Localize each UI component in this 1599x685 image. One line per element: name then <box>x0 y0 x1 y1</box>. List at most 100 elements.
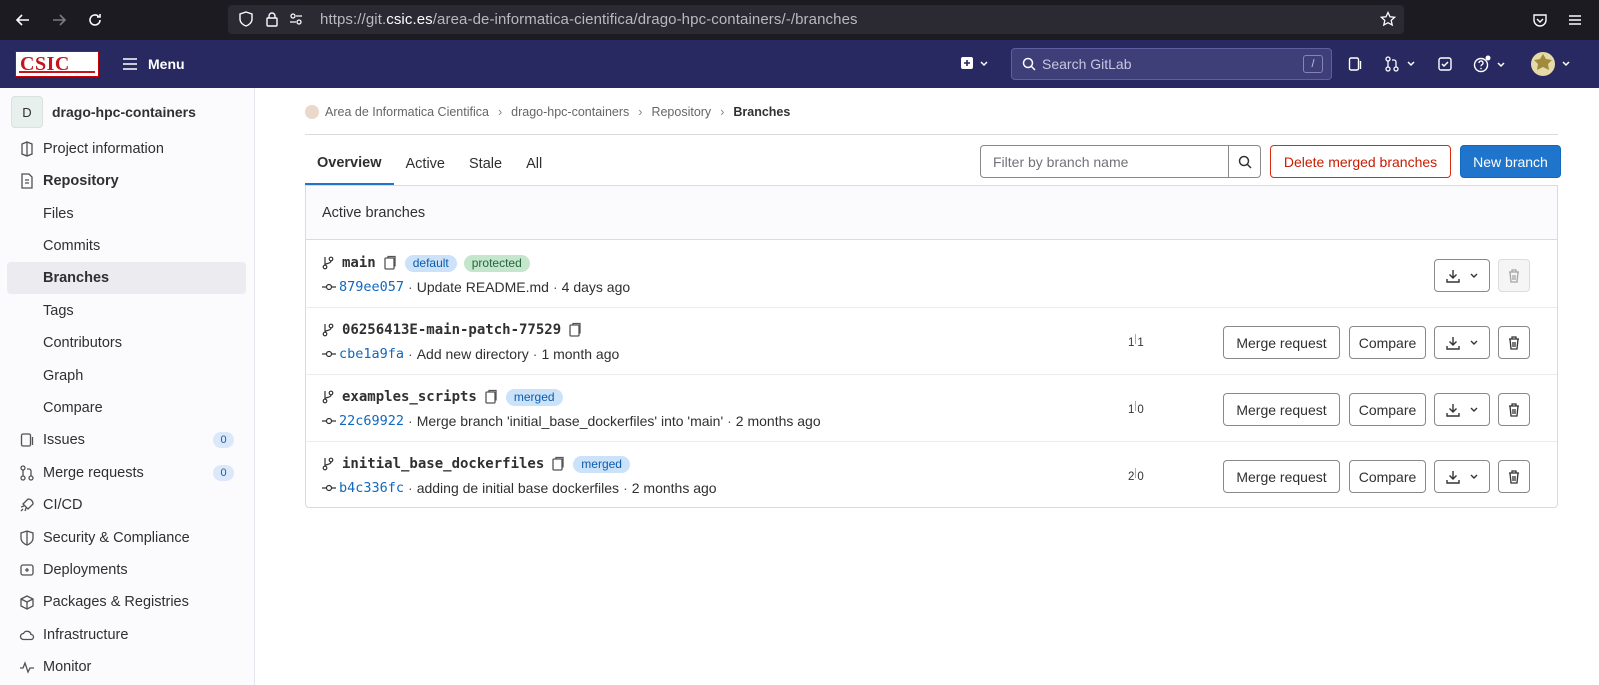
compare-button[interactable]: Compare <box>1349 326 1426 359</box>
sidebar-item-issues[interactable]: Issues 0 <box>7 424 246 456</box>
menu-button[interactable]: Menu <box>122 52 185 76</box>
sidebar-item-label: Contributors <box>43 335 122 351</box>
commit-sha-link[interactable]: 879ee057 <box>339 279 404 295</box>
breadcrumb-project[interactable]: drago-hpc-containers <box>511 105 629 119</box>
delete-merged-branches-button[interactable]: Delete merged branches <box>1270 145 1451 178</box>
sidebar-item-files[interactable]: Files <box>7 198 246 230</box>
issues-icon[interactable] <box>1345 54 1365 74</box>
delete-branch-button[interactable] <box>1498 460 1530 493</box>
copy-icon[interactable] <box>382 255 398 271</box>
merge-requests-dropdown[interactable] <box>1383 54 1419 74</box>
copy-icon[interactable] <box>550 456 566 472</box>
commit-message[interactable]: Update README.md <box>417 279 549 295</box>
branch-filter-input[interactable]: Filter by branch name <box>980 145 1229 178</box>
sidebar-item-label: Infrastructure <box>43 627 129 643</box>
sidebar-item-ci-cd[interactable]: CI/CD <box>7 489 246 521</box>
sidebar: D drago-hpc-containers Project informati… <box>0 88 255 685</box>
sidebar-item-branches[interactable]: Branches <box>7 262 246 294</box>
search-input[interactable]: Search GitLab / <box>1011 48 1332 80</box>
url-domain: csic.es <box>386 11 433 28</box>
download-dropdown[interactable] <box>1434 393 1490 426</box>
breadcrumb-current[interactable]: Branches <box>733 105 790 119</box>
download-dropdown[interactable] <box>1434 460 1490 493</box>
commit-icon <box>322 350 336 358</box>
breadcrumb-group[interactable]: Area de Informatica Cientifica <box>325 105 489 119</box>
reload-icon[interactable] <box>85 10 105 30</box>
bookmark-star-icon[interactable] <box>1380 11 1396 27</box>
breadcrumb-repository[interactable]: Repository <box>651 105 711 119</box>
hamburger-menu-icon[interactable] <box>1567 12 1583 28</box>
sidebar-item-repository[interactable]: Repository <box>7 165 246 197</box>
todo-icon[interactable] <box>1435 54 1455 74</box>
forward-icon[interactable] <box>49 10 69 30</box>
url-path: /area-de-informatica-cientifica/drago-hp… <box>432 11 858 28</box>
pocket-icon[interactable] <box>1532 12 1548 28</box>
sidebar-item-graph[interactable]: Graph <box>7 360 246 392</box>
sidebar-item-merge-requests[interactable]: Merge requests 0 <box>7 457 246 489</box>
commit-sha-link[interactable]: 22c69922 <box>339 413 404 429</box>
sidebar-item-tags[interactable]: Tags <box>7 295 246 327</box>
filter-search-button[interactable] <box>1228 145 1261 178</box>
issues-icon <box>19 432 35 448</box>
branch-row: initial_base_dockerfiles merged b4c336fc… <box>306 442 1557 509</box>
commit-message[interactable]: adding de initial base dockerfiles <box>417 480 619 496</box>
download-dropdown[interactable] <box>1434 326 1490 359</box>
new-dropdown-button[interactable] <box>958 54 992 74</box>
merge-request-button[interactable]: Merge request <box>1223 460 1340 493</box>
sidebar-item-packages-registries[interactable]: Packages & Registries <box>7 586 246 618</box>
copy-icon[interactable] <box>483 389 499 405</box>
sidebar-item-deployments[interactable]: Deployments <box>7 554 246 586</box>
commit-sha-link[interactable]: b4c336fc <box>339 480 404 496</box>
back-icon[interactable] <box>13 10 33 30</box>
copy-icon[interactable] <box>567 322 583 338</box>
separator: · <box>623 480 628 496</box>
url-prefix: https://git. <box>320 11 387 28</box>
sidebar-item-label: Project information <box>43 141 164 157</box>
sidebar-item-monitor[interactable]: Monitor <box>7 651 246 683</box>
chevron-right-icon: › <box>497 105 503 119</box>
sidebar-item-label: CI/CD <box>43 497 83 513</box>
sidebar-item-compare[interactable]: Compare <box>7 392 246 424</box>
csic-logo[interactable]: CSIC <box>15 51 99 77</box>
merge-request-button[interactable]: Merge request <box>1223 393 1340 426</box>
sidebar-item-project-information[interactable]: Project information <box>7 133 246 165</box>
search-shortcut-hint: / <box>1303 55 1323 73</box>
tab-stale[interactable]: Stale <box>457 143 514 185</box>
sidebar-item-contributors[interactable]: Contributors <box>7 327 246 359</box>
sidebar-item-commits[interactable]: Commits <box>7 230 246 262</box>
merge-request-button[interactable]: Merge request <box>1223 326 1340 359</box>
commit-sha-link[interactable]: cbe1a9fa <box>339 346 404 362</box>
user-avatar-dropdown[interactable] <box>1530 51 1574 77</box>
download-dropdown[interactable] <box>1434 259 1490 292</box>
branch-name[interactable]: main <box>342 255 376 271</box>
commits-behind-count: 1 <box>1128 337 1135 349</box>
branch-name[interactable]: initial_base_dockerfiles <box>342 456 544 472</box>
delete-branch-button[interactable] <box>1498 393 1530 426</box>
compare-button[interactable]: Compare <box>1349 460 1426 493</box>
help-dropdown[interactable] <box>1472 54 1510 74</box>
sidebar-item-infrastructure[interactable]: Infrastructure <box>7 619 246 651</box>
delete-branch-button[interactable] <box>1498 259 1530 292</box>
delete-branch-button[interactable] <box>1498 326 1530 359</box>
tab-overview[interactable]: Overview <box>305 143 394 185</box>
shield-icon <box>238 11 254 27</box>
project-link[interactable]: D drago-hpc-containers <box>11 96 196 128</box>
sidebar-item-security-compliance[interactable]: Security & Compliance <box>7 522 246 554</box>
separator: · <box>532 346 538 362</box>
download-icon <box>1446 336 1460 350</box>
branch-name[interactable]: 06256413E-main-patch-77529 <box>342 322 561 338</box>
commit-message[interactable]: Add new directory <box>417 346 529 362</box>
commit-time: 1 month ago <box>541 346 620 362</box>
search-icon <box>1022 57 1036 71</box>
project-info-icon <box>19 141 35 157</box>
address-bar[interactable]: https://git.csic.es/area-de-informatica-… <box>228 5 1404 34</box>
tab-all[interactable]: All <box>514 143 554 185</box>
separator: · <box>408 480 413 496</box>
new-branch-button[interactable]: New branch <box>1460 145 1561 178</box>
compare-button[interactable]: Compare <box>1349 393 1426 426</box>
trash-icon <box>1509 268 1519 283</box>
tab-active[interactable]: Active <box>394 143 458 185</box>
gitlab-header: CSIC Menu Search GitLab / <box>0 40 1599 88</box>
commit-message[interactable]: Merge branch 'initial_base_dockerfiles' … <box>417 413 723 429</box>
branch-name[interactable]: examples_scripts <box>342 389 477 405</box>
